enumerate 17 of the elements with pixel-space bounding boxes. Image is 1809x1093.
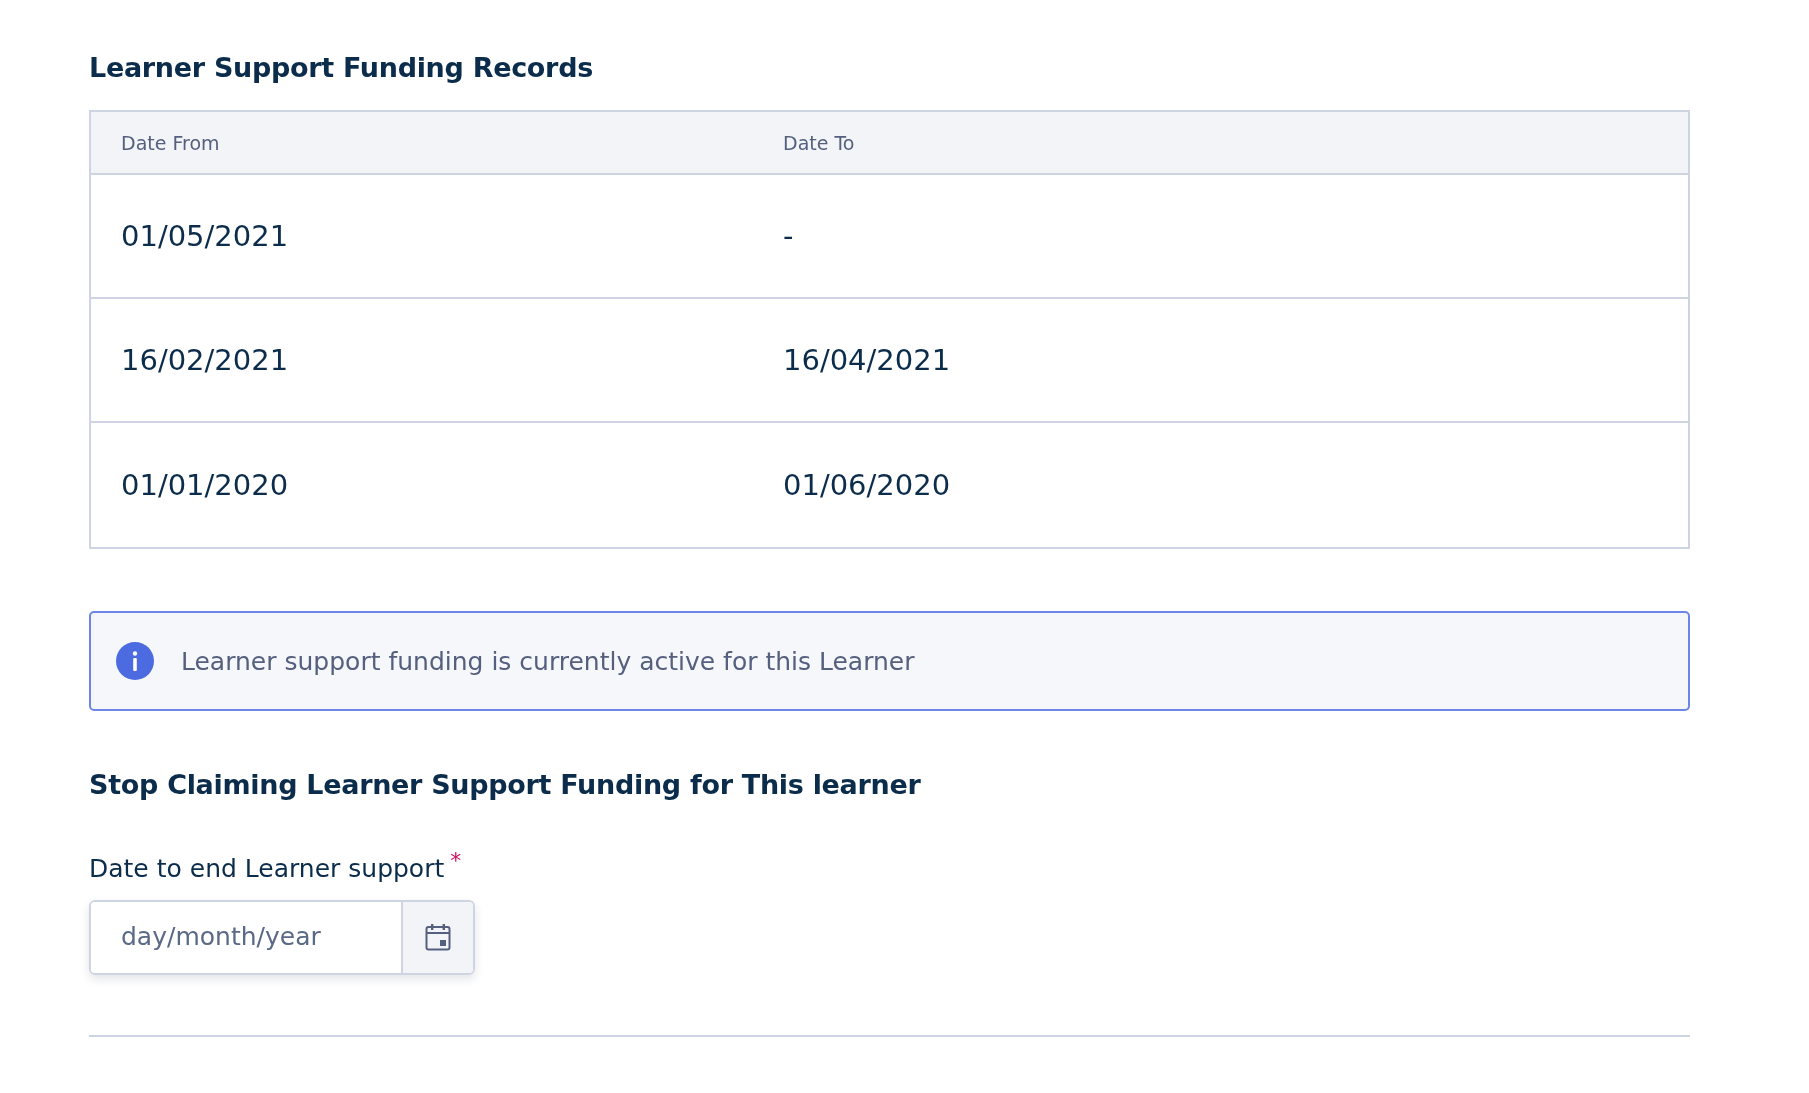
table-cell: 01/01/2020: [121, 467, 289, 502]
info-icon: [116, 642, 154, 681]
table-cell: 01/06/2020: [783, 467, 951, 502]
section-title: Stop Claiming Learner Support Funding for This learner: [89, 769, 922, 802]
table-cell: -: [783, 218, 794, 253]
calendar-icon: [425, 923, 451, 952]
date-field[interactable]: day/month/year: [89, 899, 475, 975]
info-text: Learner support funding is currently active for this Learner: [181, 645, 915, 678]
required-mark: *: [450, 847, 462, 873]
table-cell: 16/02/2021: [121, 342, 289, 377]
table-cell: 16/04/2021: [783, 342, 951, 377]
field-label: Date to end Learner support: [89, 854, 445, 884]
section-title: Learner Support Funding Records: [89, 52, 594, 85]
table-cell: 01/05/2021: [121, 218, 289, 253]
column-header: Date From: [121, 131, 220, 154]
column-header: Date To: [783, 131, 855, 154]
calendar-button[interactable]: [401, 901, 473, 973]
